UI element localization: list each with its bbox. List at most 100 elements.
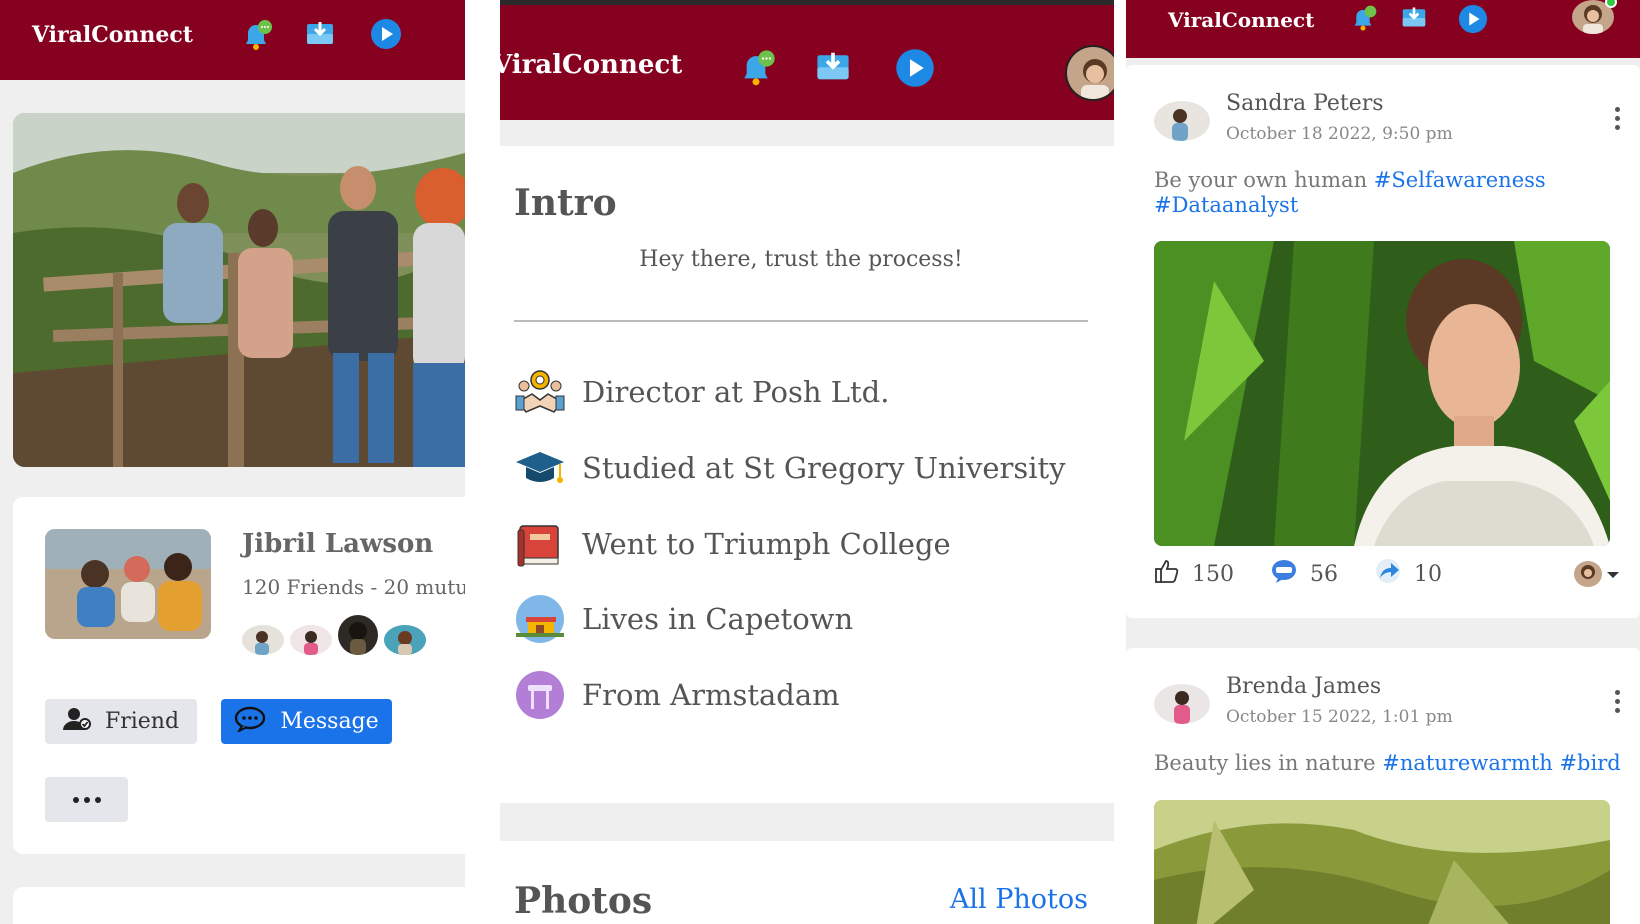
hashtag-link[interactable]: #bird (1559, 751, 1620, 775)
info-education-text: Studied at St Gregory University (582, 451, 1066, 485)
more-options-button[interactable] (45, 777, 128, 822)
ellipsis-dot (1615, 107, 1620, 112)
comment-bubble-icon (1270, 558, 1298, 590)
origin-landmark-icon (514, 669, 566, 721)
user-avatar[interactable] (1065, 45, 1114, 101)
profile-name[interactable]: Jibril Lawson (242, 529, 433, 559)
like-count: 150 (1192, 561, 1234, 587)
play-icon[interactable] (1458, 4, 1488, 34)
post-caption: Be your own human (1154, 168, 1368, 192)
post-card: Sandra Peters October 18 2022, 9:50 pm B… (1126, 65, 1640, 618)
post-author-name[interactable]: Sandra Peters (1226, 91, 1384, 116)
post-image[interactable] (1154, 241, 1610, 546)
hashtag-link[interactable]: #Selfawareness (1374, 168, 1546, 192)
post-image[interactable] (1154, 800, 1610, 924)
post-menu-button[interactable] (1615, 107, 1620, 130)
post-card: Brenda James October 15 2022, 1:01 pm Be… (1126, 648, 1640, 924)
notification-bell-icon[interactable] (735, 48, 777, 90)
brand-logo[interactable]: ViralConnect (1168, 8, 1314, 32)
brand-logo[interactable]: ViralConnect (32, 22, 193, 48)
all-photos-link[interactable]: All Photos (950, 884, 1088, 915)
share-count: 10 (1414, 561, 1442, 587)
info-education: Studied at St Gregory University (514, 442, 1066, 494)
mutual-friend-avatar[interactable] (384, 625, 426, 655)
notification-bell-icon[interactable] (1348, 4, 1378, 34)
intro-panel: ViralConnect Intro Hey there, trust the … (500, 0, 1114, 924)
post-text: Be your own human #Selfawareness #Dataan… (1154, 168, 1574, 218)
chevron-down-icon (1606, 565, 1620, 584)
top-navbar: ViralConnect (0, 0, 465, 80)
ellipsis-dot (1615, 708, 1620, 713)
profile-card: Jibril Lawson 120 Friends - 20 mutu Frie… (13, 497, 465, 854)
top-navbar: ViralConnect (1126, 0, 1640, 58)
intro-title: Intro (514, 182, 617, 224)
next-card (13, 887, 465, 924)
info-college-text: Went to Triumph College (582, 527, 951, 561)
inbox-download-icon[interactable] (815, 48, 851, 84)
thumbs-up-icon (1154, 558, 1180, 590)
ellipsis-dot (94, 796, 101, 803)
photos-title: Photos (514, 880, 653, 922)
message-button[interactable]: Message (221, 699, 392, 744)
share-arrow-icon (1374, 558, 1402, 590)
handshake-team-icon (514, 366, 566, 418)
inbox-download-icon[interactable] (1401, 4, 1427, 30)
share-stat[interactable]: 10 (1374, 558, 1442, 590)
post-author-avatar[interactable] (1154, 101, 1210, 141)
info-college: Went to Triumph College (514, 518, 951, 570)
post-author-avatar[interactable] (1154, 684, 1210, 724)
friends-count[interactable]: 120 Friends - 20 mutu (242, 575, 465, 599)
info-work-text: Director at Posh Ltd. (582, 375, 890, 409)
post-author-name[interactable]: Brenda James (1226, 674, 1381, 699)
feed-panel: ViralConnect Sandra Peters October 18 20… (1126, 0, 1640, 924)
mutual-friend-avatar[interactable] (290, 625, 332, 655)
intro-bio: Hey there, trust the process! (639, 247, 963, 272)
ellipsis-dot (72, 796, 79, 803)
reactor-avatar (1574, 561, 1602, 587)
mutual-friends-avatars (242, 615, 426, 655)
info-lives-text: Lives in Capetown (582, 602, 854, 636)
play-icon[interactable] (895, 48, 935, 88)
reaction-selector[interactable] (1574, 561, 1620, 587)
like-stat[interactable]: 150 (1154, 558, 1234, 590)
comment-stat[interactable]: 56 (1270, 558, 1338, 590)
divider (514, 320, 1088, 322)
hashtag-link[interactable]: #naturewarmth (1382, 751, 1552, 775)
notification-bell-icon[interactable] (238, 18, 274, 54)
book-icon (514, 518, 566, 570)
play-icon[interactable] (370, 18, 402, 50)
info-lives: Lives in Capetown (514, 593, 853, 645)
post-menu-button[interactable] (1615, 690, 1620, 713)
mutual-friend-avatar[interactable] (338, 615, 378, 655)
post-timestamp: October 15 2022, 1:01 pm (1226, 707, 1453, 727)
message-button-label: Message (280, 709, 379, 734)
post-caption: Beauty lies in nature (1154, 751, 1376, 775)
profile-panel: ViralConnect Jibril Lawson 120 Friends -… (0, 0, 465, 924)
info-work: Director at Posh Ltd. (514, 366, 889, 418)
post-timestamp: October 18 2022, 9:50 pm (1226, 124, 1453, 144)
ellipsis-dot (1615, 690, 1620, 695)
hashtag-link[interactable]: #Dataanalyst (1154, 193, 1298, 217)
ellipsis-dot (1615, 125, 1620, 130)
graduation-cap-icon (514, 442, 566, 494)
online-status-indicator (1605, 0, 1617, 8)
info-from: From Armstadam (514, 669, 840, 721)
top-navbar: ViralConnect (500, 0, 1114, 120)
friend-button-label: Friend (104, 709, 180, 734)
cover-photo[interactable] (13, 113, 465, 467)
profile-picture[interactable] (45, 529, 211, 639)
brand-logo[interactable]: ViralConnect (500, 50, 682, 80)
ellipsis-dot (83, 796, 90, 803)
user-check-icon (62, 707, 91, 737)
mutual-friend-avatar[interactable] (242, 625, 284, 655)
friend-button[interactable]: Friend (45, 699, 197, 744)
section-gap (500, 120, 1114, 146)
ellipsis-dot (1615, 116, 1620, 121)
home-location-icon (514, 593, 566, 645)
ellipsis-dot (1615, 699, 1620, 704)
post-text: Beauty lies in nature #naturewarmth #bir… (1154, 751, 1624, 776)
inbox-download-icon[interactable] (305, 18, 335, 48)
post-stats: 150 56 10 (1154, 558, 1478, 590)
section-gap (500, 803, 1114, 841)
info-from-text: From Armstadam (582, 678, 840, 712)
